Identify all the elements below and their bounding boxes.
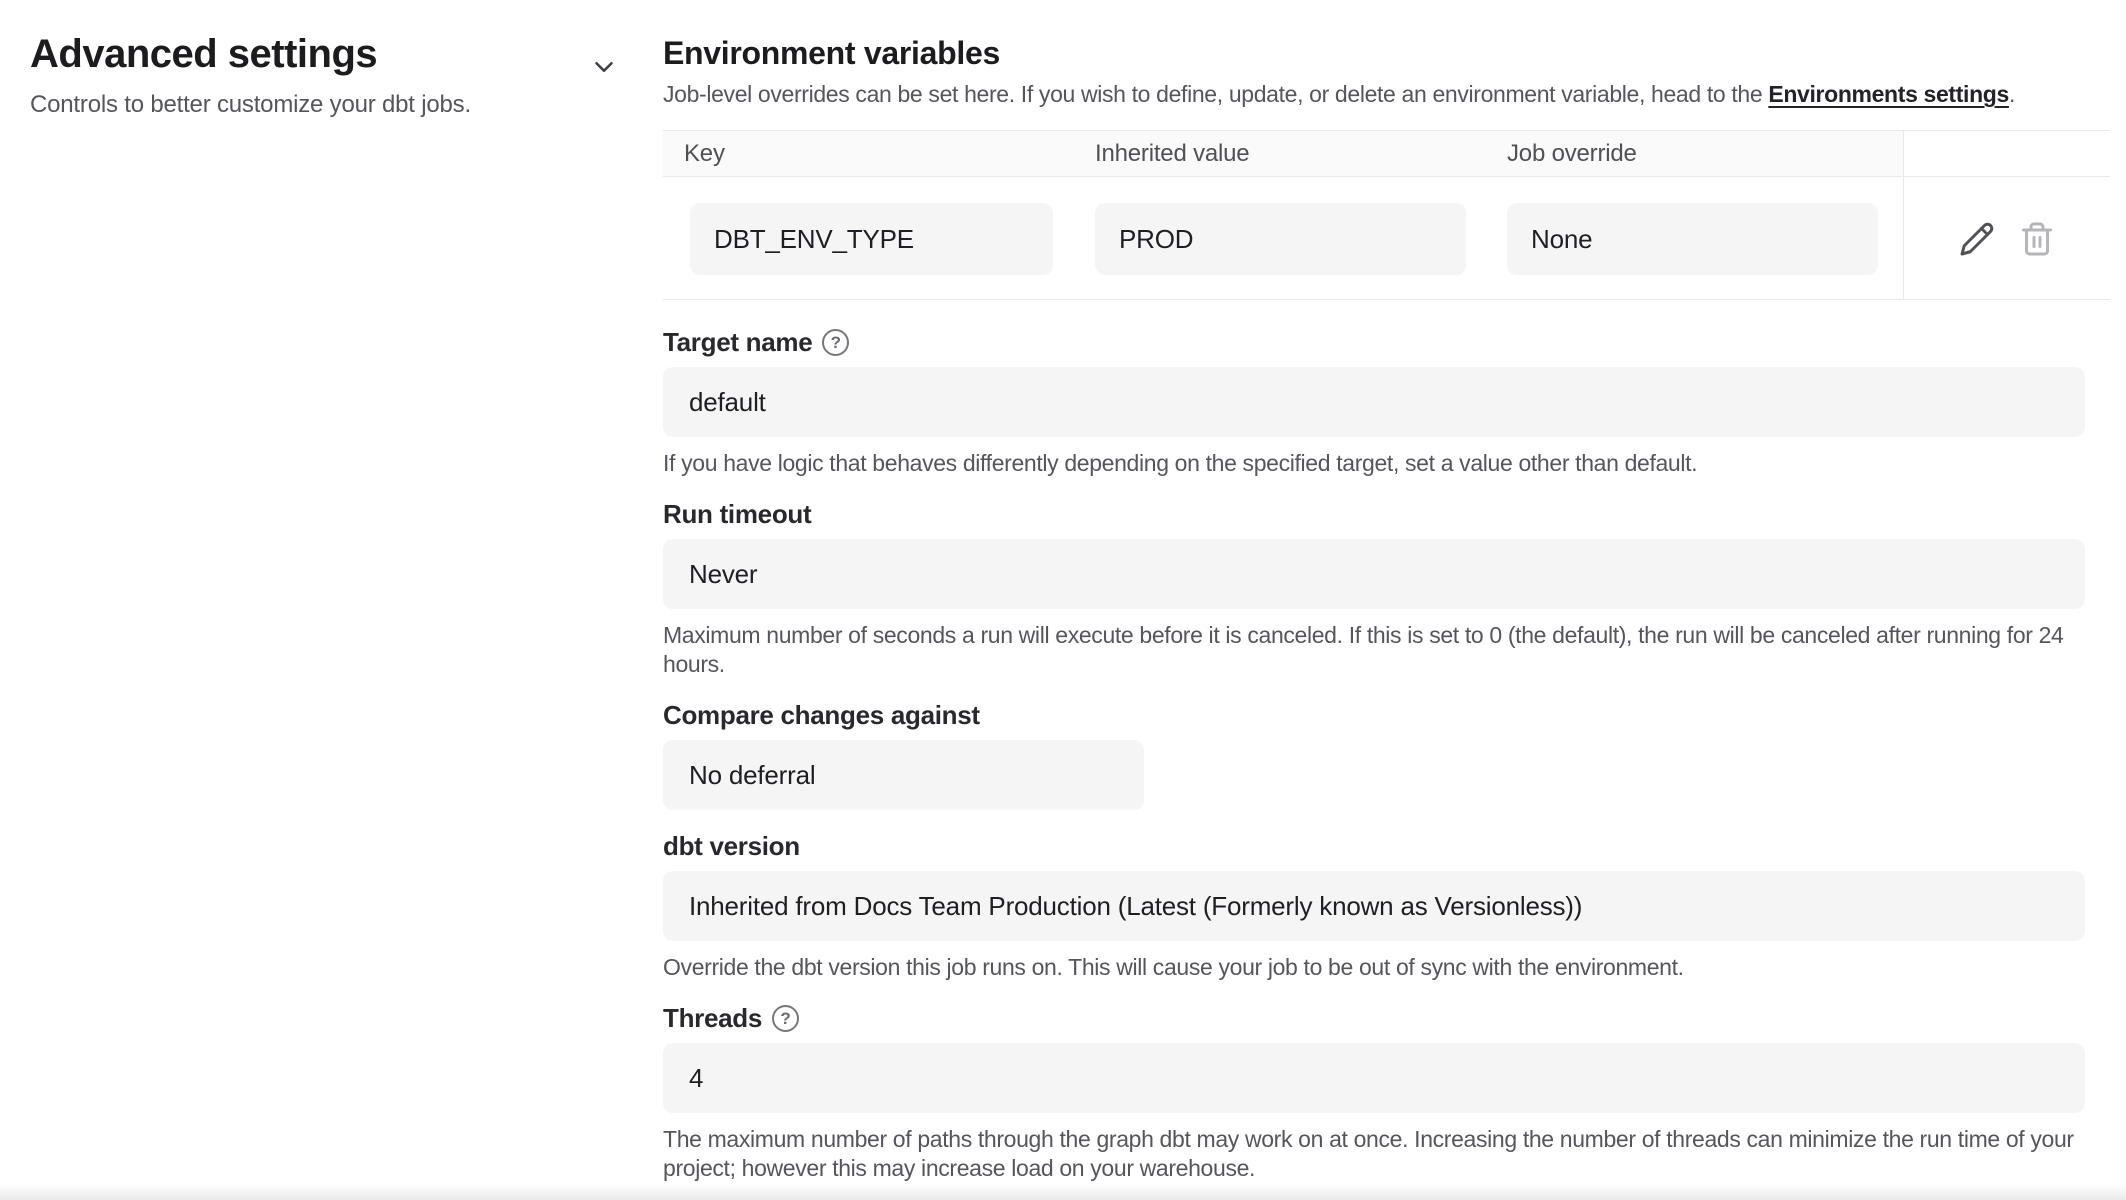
threads-input[interactable]: 4	[663, 1043, 2085, 1113]
environment-variables-section: Environment variables Job-level override…	[663, 0, 2110, 1183]
left-panel: Advanced settings Controls to better cus…	[0, 0, 663, 1183]
page-title: Advanced settings	[30, 30, 663, 78]
run-timeout-help-text: Maximum number of seconds a run will exe…	[663, 621, 2098, 679]
threads-label: Threads	[663, 1002, 762, 1035]
env-var-key-value: DBT_ENV_TYPE	[690, 203, 1053, 275]
dbt-version-select[interactable]: Inherited from Docs Team Production (Lat…	[663, 871, 2085, 941]
run-timeout-label: Run timeout	[663, 498, 811, 531]
target-name-help-text: If you have logic that behaves different…	[663, 449, 2098, 478]
env-vars-table: Key Inherited value Job override DBT_ENV…	[663, 130, 2110, 300]
advanced-settings-page: Advanced settings Controls to better cus…	[0, 0, 2126, 1183]
column-header-inherited-value: Inherited value	[1095, 131, 1507, 177]
run-timeout-select[interactable]: Never	[663, 539, 2085, 609]
edit-pencil-icon[interactable]	[1959, 221, 1995, 257]
field-compare-changes-against: Compare changes against No deferral	[663, 699, 2110, 810]
compare-changes-select[interactable]: No deferral	[663, 740, 1144, 810]
column-header-actions	[1903, 131, 2110, 177]
help-icon[interactable]: ?	[822, 329, 849, 356]
section-description: Job-level overrides can be set here. If …	[663, 80, 2110, 108]
dbt-version-label: dbt version	[663, 830, 800, 863]
page-subtitle: Controls to better customize your dbt jo…	[30, 90, 663, 120]
target-name-input[interactable]: default	[663, 367, 2085, 437]
env-var-inherited-value: PROD	[1095, 203, 1466, 275]
help-icon[interactable]: ?	[772, 1005, 799, 1032]
env-var-job-override-value: None	[1507, 203, 1878, 275]
compare-changes-label: Compare changes against	[663, 699, 980, 732]
env-vars-table-header: Key Inherited value Job override	[663, 131, 2110, 177]
environments-settings-link[interactable]: Environments settings	[1768, 81, 2009, 107]
field-target-name: Target name ? default If you have logic …	[663, 326, 2110, 478]
column-header-job-override: Job override	[1507, 131, 1903, 177]
description-text: Job-level overrides can be set here. If …	[663, 81, 1768, 107]
threads-help-text: The maximum number of paths through the …	[663, 1125, 2098, 1183]
field-run-timeout: Run timeout Never Maximum number of seco…	[663, 498, 2110, 679]
column-header-key: Key	[663, 131, 1095, 177]
dbt-version-help-text: Override the dbt version this job runs o…	[663, 953, 2098, 982]
field-dbt-version: dbt version Inherited from Docs Team Pro…	[663, 830, 2110, 982]
delete-trash-icon[interactable]	[2019, 221, 2055, 257]
env-var-row-actions	[1903, 177, 2110, 299]
target-name-label: Target name	[663, 326, 812, 359]
env-var-row: DBT_ENV_TYPE PROD None	[663, 177, 2110, 299]
section-title: Environment variables	[663, 34, 2110, 72]
description-period: .	[2009, 81, 2015, 107]
page-bottom-shadow	[0, 1184, 2126, 1200]
chevron-down-icon[interactable]	[589, 52, 619, 82]
field-threads: Threads ? 4 The maximum number of paths …	[663, 1002, 2110, 1183]
